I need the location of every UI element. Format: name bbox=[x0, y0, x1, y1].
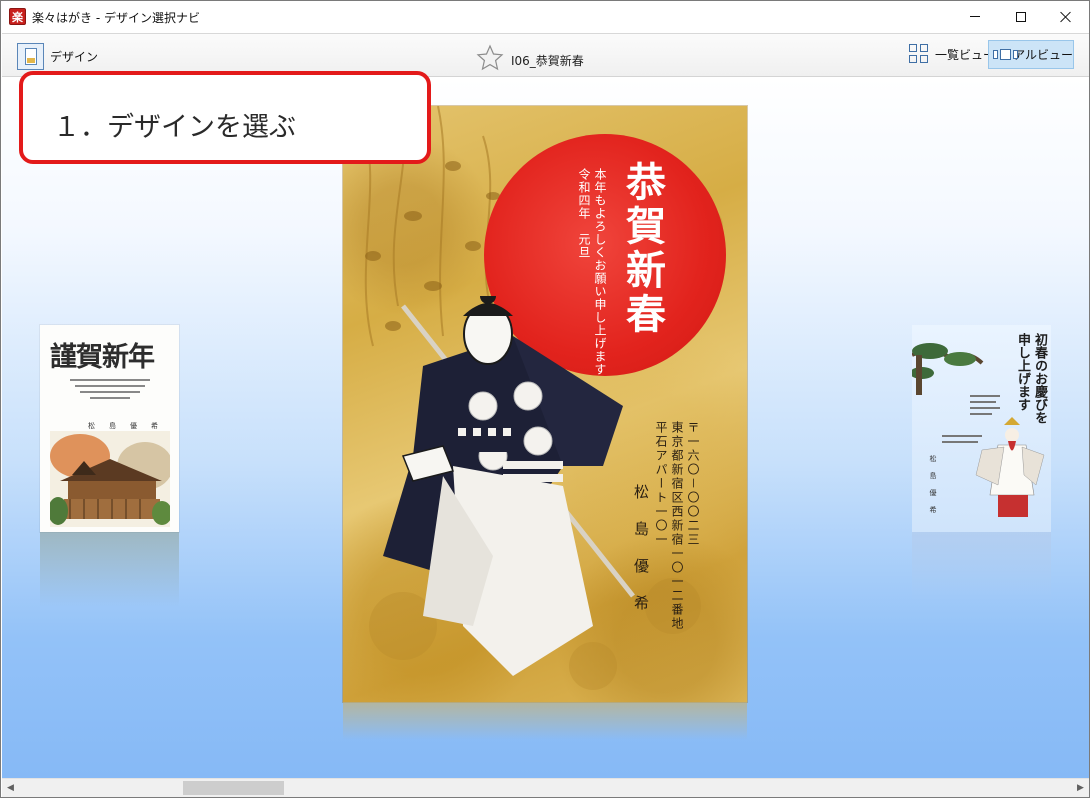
design-button[interactable]: デザイン bbox=[17, 43, 98, 70]
sender-name: 松島優希 bbox=[632, 484, 650, 632]
maximize-button[interactable] bbox=[998, 1, 1044, 32]
selected-card-reflection bbox=[343, 702, 747, 740]
app-icon: 楽 bbox=[9, 8, 26, 25]
carousel-icon bbox=[993, 48, 1018, 61]
star-icon[interactable] bbox=[476, 44, 504, 72]
real-view-button[interactable]: リアルビュー bbox=[988, 40, 1074, 69]
grid-icon bbox=[909, 44, 929, 64]
title-bar: 楽 楽々はがき - デザイン選択ナビ bbox=[1, 1, 1089, 32]
real-view-label: リアルビュー bbox=[1001, 48, 1073, 62]
minimize-button[interactable] bbox=[952, 1, 998, 32]
maximize-icon bbox=[1016, 11, 1026, 22]
previous-card-reflection bbox=[40, 532, 179, 607]
address-block: 〒一六〇－〇〇二三 東京都新宿区西新宿一〇一二番地 平石アパート一〇一 bbox=[654, 421, 700, 631]
scroll-right-arrow-icon[interactable]: ▶ bbox=[1072, 779, 1089, 797]
close-button[interactable] bbox=[1043, 1, 1089, 32]
window-title: 楽々はがき - デザイン選択ナビ bbox=[32, 11, 200, 25]
left-card-text-lines bbox=[60, 375, 160, 403]
right-card-sender: 松島優希 bbox=[929, 455, 937, 523]
instruction-callout: １．デザインを選ぶ bbox=[19, 71, 431, 164]
samurai-illustration bbox=[383, 296, 635, 676]
design-card-icon bbox=[17, 43, 44, 70]
close-icon bbox=[1060, 11, 1072, 23]
scroll-left-arrow-icon[interactable]: ◀ bbox=[2, 779, 19, 797]
design-card-previous[interactable]: 謹賀新年 松島優希 bbox=[40, 325, 179, 532]
horizontal-scrollbar[interactable]: ◀ ▶ bbox=[2, 778, 1089, 797]
temple-illustration bbox=[50, 431, 170, 527]
left-card-title: 謹賀新年 bbox=[50, 342, 155, 373]
selected-design-name: I06_恭賀新春 bbox=[511, 54, 584, 68]
design-card-selected[interactable]: 恭賀新春 本年もよろしくお願い申し上げます 令和四年 元旦 〒一六〇－〇〇二三 東京… bbox=[343, 106, 747, 702]
right-card-title: 初春のお慶びを 申し上げます bbox=[1015, 333, 1047, 424]
callout-text: １．デザインを選ぶ bbox=[53, 112, 296, 143]
next-card-reflection bbox=[912, 532, 1051, 602]
design-card-next[interactable]: 初春のお慶びを 申し上げます 松島優希 bbox=[912, 325, 1051, 532]
design-button-label: デザイン bbox=[50, 50, 99, 64]
scroll-thumb[interactable] bbox=[183, 781, 284, 795]
left-card-sender: 松島優希 bbox=[88, 422, 172, 430]
app-window: 楽 楽々はがき - デザイン選択ナビ デザイン I06_恭賀新春 一覧ビュー リ… bbox=[0, 0, 1090, 798]
list-view-label: 一覧ビュー bbox=[935, 47, 996, 62]
list-view-button[interactable]: 一覧ビュー bbox=[905, 41, 999, 67]
minimize-icon bbox=[970, 16, 980, 17]
